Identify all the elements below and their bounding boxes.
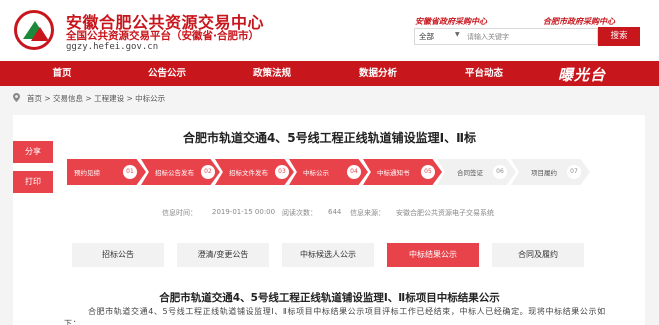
info-source-label: 信息来源： — [350, 209, 385, 217]
nav-item-data-analysis[interactable]: 数据分析 — [348, 61, 408, 86]
step-number: 06 — [493, 165, 507, 179]
info-time-value: 2019-01-15 00:00 — [212, 208, 276, 216]
step-number: 04 — [347, 165, 361, 179]
process-step[interactable]: 预约见缔 01 — [67, 159, 146, 185]
info-views-value: 644 — [328, 208, 342, 216]
content-body: 合肥市轨道交通4、5号线工程正线轨道铺设监理Ⅰ、Ⅱ标项目中标结果公示项目评标工作… — [64, 307, 606, 325]
info-views-label: 阅读次数： — [282, 209, 317, 217]
main-nav: 首页 公告公示 政策法规 数据分析 平台动态 曝光台 — [0, 61, 659, 86]
chevron-down-icon[interactable]: ▼ — [455, 31, 460, 38]
nav-item-platform-news[interactable]: 平台动态 — [454, 61, 514, 86]
search-category-select[interactable]: 全部 — [419, 31, 434, 42]
step-label: 招标文件发布 — [229, 169, 268, 177]
step-label: 合同签证 — [457, 169, 483, 177]
process-steps: 预约见缔 01 招标公告发布 02 招标文件发布 03 中标公示 04 中标通知… — [67, 159, 591, 185]
info-time-label: 信息时间： — [162, 209, 197, 217]
tab-tender-notice[interactable]: 招标公告 — [72, 243, 164, 267]
step-number: 03 — [275, 165, 289, 179]
nav-item-announcements[interactable]: 公告公示 — [137, 61, 197, 86]
nav-item-home[interactable]: 首页 — [32, 61, 92, 86]
tab-clarification[interactable]: 澄清/变更公告 — [177, 243, 269, 267]
site-subtitle: 全国公共资源交易平台（安徽省·合肥市） — [66, 30, 259, 42]
step-label: 中标通知书 — [377, 169, 410, 177]
tab-award-result[interactable]: 中标结果公示 — [387, 243, 479, 267]
content-title: 合肥市轨道交通4、5号线工程正线轨道铺设监理Ⅰ、Ⅱ标项目中标结果公示 — [159, 292, 500, 304]
top-link-province-procurement[interactable]: 安徽省政府采购中心 — [415, 16, 487, 27]
search-input[interactable] — [467, 30, 595, 43]
tab-candidates[interactable]: 中标候选人公示 — [282, 243, 374, 267]
site-logo-icon[interactable] — [14, 10, 54, 50]
nav-item-policies[interactable]: 政策法规 — [242, 61, 302, 86]
article-title: 合肥市轨道交通4、5号线工程正线轨道铺设监理Ⅰ、Ⅱ标 — [182, 131, 477, 145]
step-label: 中标公示 — [303, 169, 329, 177]
step-number: 05 — [421, 165, 435, 179]
site-url: ggzy.hefei.gov.cn — [66, 42, 159, 52]
process-step[interactable]: 中标公示 04 — [289, 159, 368, 185]
process-step[interactable]: 招标文件发布 03 — [215, 159, 294, 185]
nav-brand-exposure[interactable]: 曝光台 — [558, 64, 606, 85]
info-source-value: 安徽合肥公共资源电子交易系统 — [396, 209, 494, 217]
process-step[interactable]: 合同签证 06 — [437, 159, 516, 185]
process-step[interactable]: 招标公告发布 02 — [141, 159, 220, 185]
top-link-city-procurement[interactable]: 合肥市政府采购中心 — [543, 16, 615, 27]
breadcrumb-bar: 首页 > 交易信息 > 工程建设 > 中标公示 — [0, 86, 659, 110]
step-label: 预约见缔 — [74, 169, 100, 177]
search-box: 全部 ▼ — [414, 28, 598, 45]
site-header: 安徽合肥公共资源交易中心 全国公共资源交易平台（安徽省·合肥市） ggzy.he… — [0, 0, 659, 61]
step-label: 项目履约 — [531, 169, 557, 177]
breadcrumb[interactable]: 首页 > 交易信息 > 工程建设 > 中标公示 — [27, 93, 165, 104]
step-number: 07 — [567, 165, 581, 179]
location-pin-icon — [13, 93, 20, 102]
step-number: 01 — [123, 165, 137, 179]
print-button[interactable]: 打印 — [13, 171, 53, 193]
search-button[interactable]: 搜索 — [598, 27, 640, 46]
process-step[interactable]: 项目履约 07 — [511, 159, 590, 185]
tab-contract[interactable]: 合同及履约 — [492, 243, 584, 267]
process-step[interactable]: 中标通知书 05 — [363, 159, 442, 185]
step-label: 招标公告发布 — [155, 169, 194, 177]
step-number: 02 — [201, 165, 215, 179]
